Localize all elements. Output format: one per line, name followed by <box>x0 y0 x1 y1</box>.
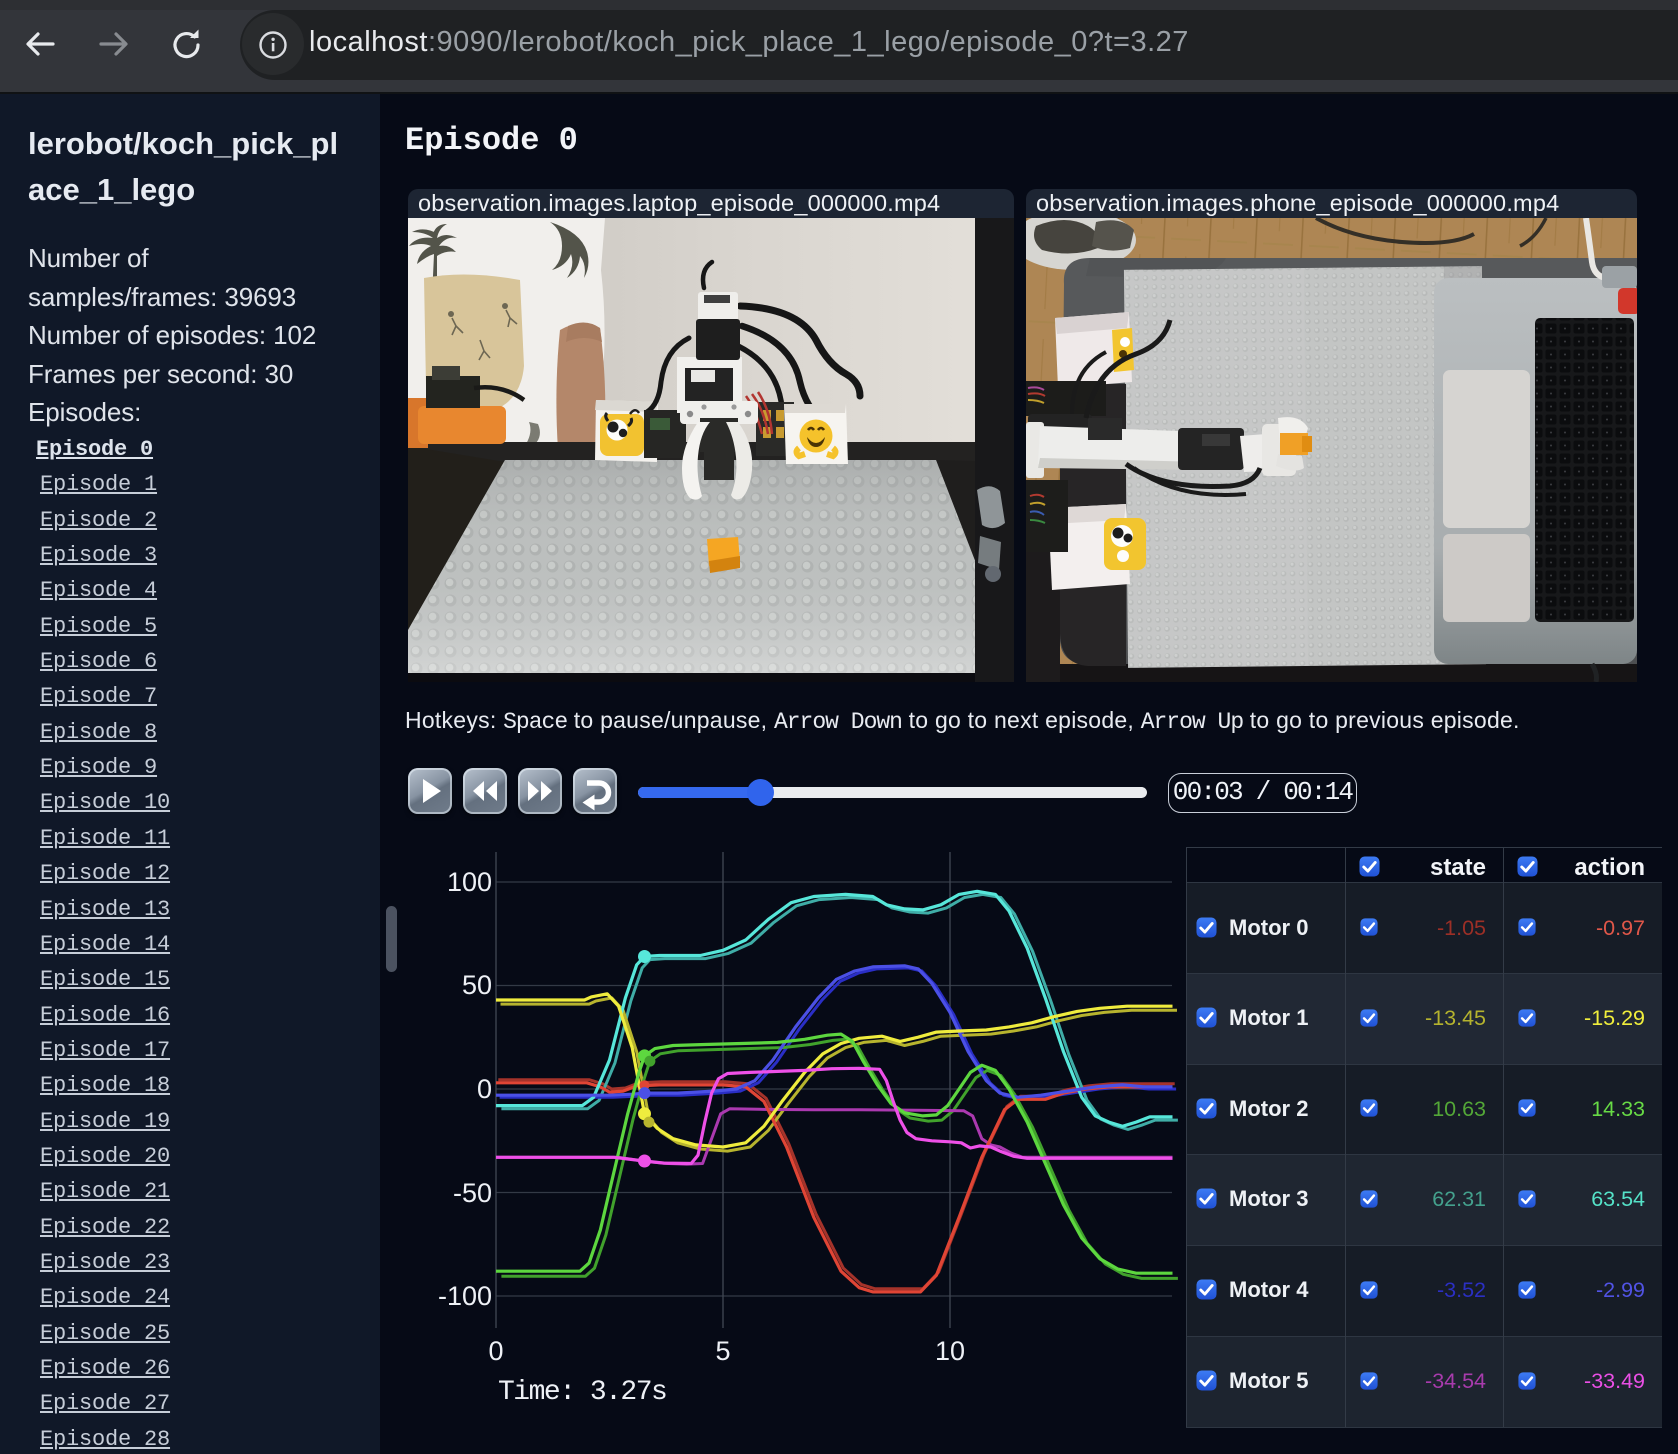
svg-text:10: 10 <box>935 1336 965 1366</box>
svg-text:0: 0 <box>488 1336 503 1366</box>
svg-text:5: 5 <box>715 1336 730 1366</box>
svg-text:-100: -100 <box>438 1281 492 1311</box>
svg-text:100: 100 <box>447 867 492 897</box>
svg-text:-50: -50 <box>453 1178 492 1208</box>
svg-text:50: 50 <box>462 970 492 1000</box>
svg-text:0: 0 <box>477 1074 492 1104</box>
